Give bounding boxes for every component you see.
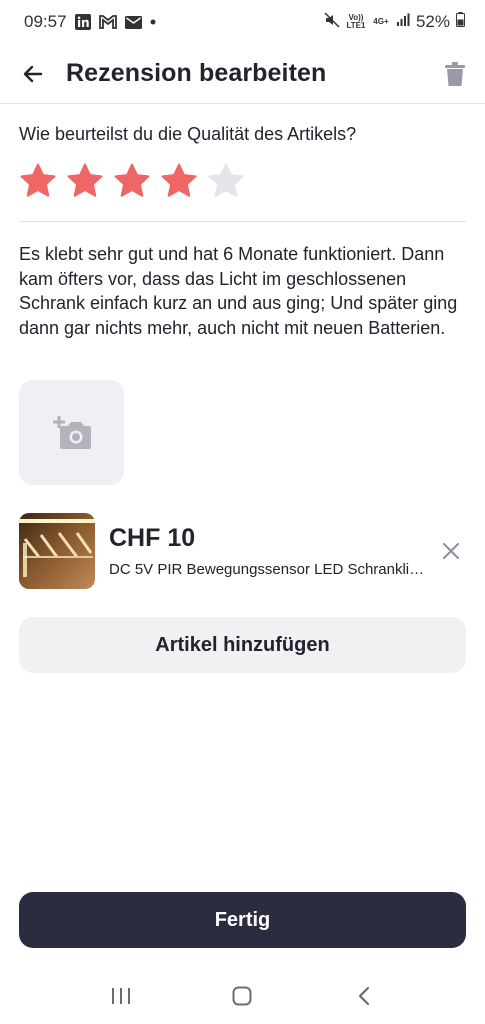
- mail-icon: [124, 15, 142, 29]
- product-name: DC 5V PIR Bewegungssensor LED Schranklic…: [109, 561, 427, 578]
- product-info: CHF 10 DC 5V PIR Bewegungssensor LED Sch…: [109, 524, 429, 578]
- add-article-button[interactable]: Artikel hinzufügen: [19, 617, 466, 673]
- system-back-button[interactable]: [342, 974, 386, 1018]
- star-3-icon[interactable]: [113, 162, 151, 200]
- star-rating: [19, 162, 245, 200]
- done-button[interactable]: Fertig: [19, 892, 466, 948]
- chevron-left-icon: [359, 986, 370, 1006]
- star-5-icon[interactable]: [207, 162, 245, 200]
- divider: [19, 221, 466, 222]
- status-time: 09:57: [24, 12, 67, 31]
- battery-icon: [456, 12, 465, 32]
- page-title: Rezension bearbeiten: [66, 59, 327, 87]
- remove-product-button[interactable]: [436, 536, 466, 566]
- star-1-icon[interactable]: [19, 162, 57, 200]
- arrow-left-icon: [23, 65, 43, 82]
- network-type-label: 4G+: [373, 17, 389, 26]
- battery-percent: 52%: [415, 12, 450, 31]
- star-4-icon[interactable]: [160, 162, 198, 200]
- delete-review-button[interactable]: [425, 44, 485, 104]
- rating-question: Wie beurteilst du die Qualität des Artik…: [19, 124, 357, 144]
- recent-apps-button[interactable]: [99, 974, 143, 1018]
- star-2-icon[interactable]: [66, 162, 104, 200]
- review-text-input[interactable]: Es klebt sehr gut und hat 6 Monate funkt…: [19, 242, 469, 340]
- status-left: 09:57: [24, 12, 156, 32]
- system-nav-bar: [0, 968, 485, 1024]
- home-icon: [232, 986, 252, 1006]
- close-icon: [443, 543, 459, 559]
- signal-icon: [396, 12, 410, 32]
- mute-icon: [324, 11, 340, 33]
- app-bar: Rezension bearbeiten: [0, 44, 485, 104]
- product-thumbnail: [19, 513, 95, 589]
- home-button[interactable]: [220, 974, 264, 1018]
- status-right: Vo)) LTE1 4G+ 52%: [324, 11, 465, 33]
- add-photo-icon: [52, 415, 91, 449]
- volte-label: Vo)) LTE1: [346, 13, 366, 30]
- linked-product: CHF 10 DC 5V PIR Bewegungssensor LED Sch…: [19, 513, 466, 589]
- product-price: CHF 10: [109, 524, 196, 552]
- add-photo-button[interactable]: [19, 380, 124, 485]
- status-bar: 09:57 Vo)) LTE1 4G+ 52%: [0, 0, 485, 44]
- gmail-icon: [98, 15, 117, 29]
- notification-dot-icon: [150, 19, 156, 25]
- linkedin-icon: [74, 14, 91, 30]
- trash-icon: [445, 61, 465, 86]
- recent-apps-icon: [111, 988, 130, 1004]
- back-button[interactable]: [0, 44, 66, 104]
